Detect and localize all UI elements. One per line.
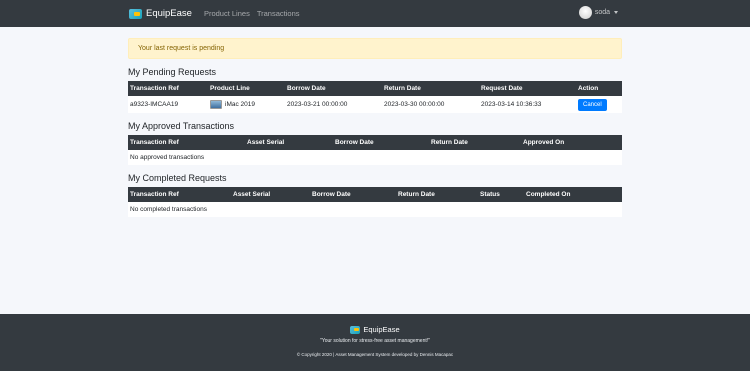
col-return-date: Return Date	[384, 85, 421, 92]
imac-thumbnail-icon	[210, 100, 222, 109]
top-navbar: EquipEase Product Lines Transactions sod…	[0, 0, 750, 27]
footer-copyright: © Copyright 2020 | Asset Management Syst…	[296, 352, 454, 357]
col-approved-on: Approved On	[523, 139, 565, 146]
footer-brand-name: EquipEase	[363, 325, 400, 334]
cell-request: 2023-03-14 10:36:33	[481, 101, 542, 108]
cell-borrow: 2023-03-21 00:00:00	[287, 101, 348, 108]
nav-product-lines[interactable]: Product Lines	[204, 9, 250, 18]
table-row: No approved transactions	[128, 150, 622, 165]
col-borrow-date: Borrow Date	[287, 85, 326, 92]
brand[interactable]: EquipEase	[129, 8, 192, 19]
col-transaction-ref: Transaction Ref	[130, 191, 179, 198]
cell-product: iMac 2019	[208, 96, 285, 113]
col-return-date: Return Date	[398, 191, 435, 198]
approved-table: Transaction Ref Asset Serial Borrow Date…	[128, 135, 622, 165]
pending-table: Transaction Ref Product Line Borrow Date…	[128, 81, 622, 113]
avatar	[578, 6, 592, 19]
col-request-date: Request Date	[481, 85, 523, 92]
col-asset-serial: Asset Serial	[233, 191, 271, 198]
footer-tagline: "Your solution for stress-free asset man…	[320, 338, 430, 344]
approved-title: My Approved Transactions	[128, 121, 235, 131]
user-menu[interactable]: soda	[578, 6, 618, 19]
col-borrow-date: Borrow Date	[312, 191, 351, 198]
main-content: Your last request is pending My Pending …	[128, 38, 622, 217]
footer: EquipEase "Your solution for stress-free…	[0, 314, 750, 371]
pending-alert: Your last request is pending	[128, 38, 622, 59]
brand-name: EquipEase	[146, 8, 192, 19]
table-row: No completed transactions	[128, 202, 622, 217]
col-action: Action	[578, 85, 599, 92]
col-completed-on: Completed On	[526, 191, 571, 198]
cancel-button[interactable]: Cancel	[578, 98, 607, 111]
cell-action: Cancel	[576, 96, 622, 113]
col-transaction-ref: Transaction Ref	[130, 85, 179, 92]
cell-ref: a9323-IMCAA19	[130, 101, 179, 108]
pending-title: My Pending Requests	[128, 67, 217, 77]
username: soda	[594, 9, 610, 16]
product-name: iMac 2019	[225, 101, 255, 109]
caret-down-icon	[614, 11, 618, 14]
col-product-line: Product Line	[210, 85, 250, 92]
col-transaction-ref: Transaction Ref	[130, 139, 179, 146]
col-borrow-date: Borrow Date	[335, 139, 374, 146]
table-row: a9323-IMCAA19 iMac 2019 2023-03-21 00:00…	[128, 96, 622, 113]
col-return-date: Return Date	[431, 139, 468, 146]
footer-brand: EquipEase	[0, 325, 750, 334]
completed-table: Transaction Ref Asset Serial Borrow Date…	[128, 187, 622, 217]
col-status: Status	[480, 191, 500, 198]
footer-logo-icon	[350, 325, 361, 334]
cell-return: 2023-03-30 00:00:00	[384, 101, 445, 108]
empty-message: No completed transactions	[130, 206, 207, 213]
completed-title: My Completed Requests	[128, 173, 227, 183]
nav-transactions[interactable]: Transactions	[257, 9, 300, 18]
col-asset-serial: Asset Serial	[247, 139, 285, 146]
empty-message: No approved transactions	[130, 154, 205, 161]
brand-logo-icon	[129, 8, 142, 19]
